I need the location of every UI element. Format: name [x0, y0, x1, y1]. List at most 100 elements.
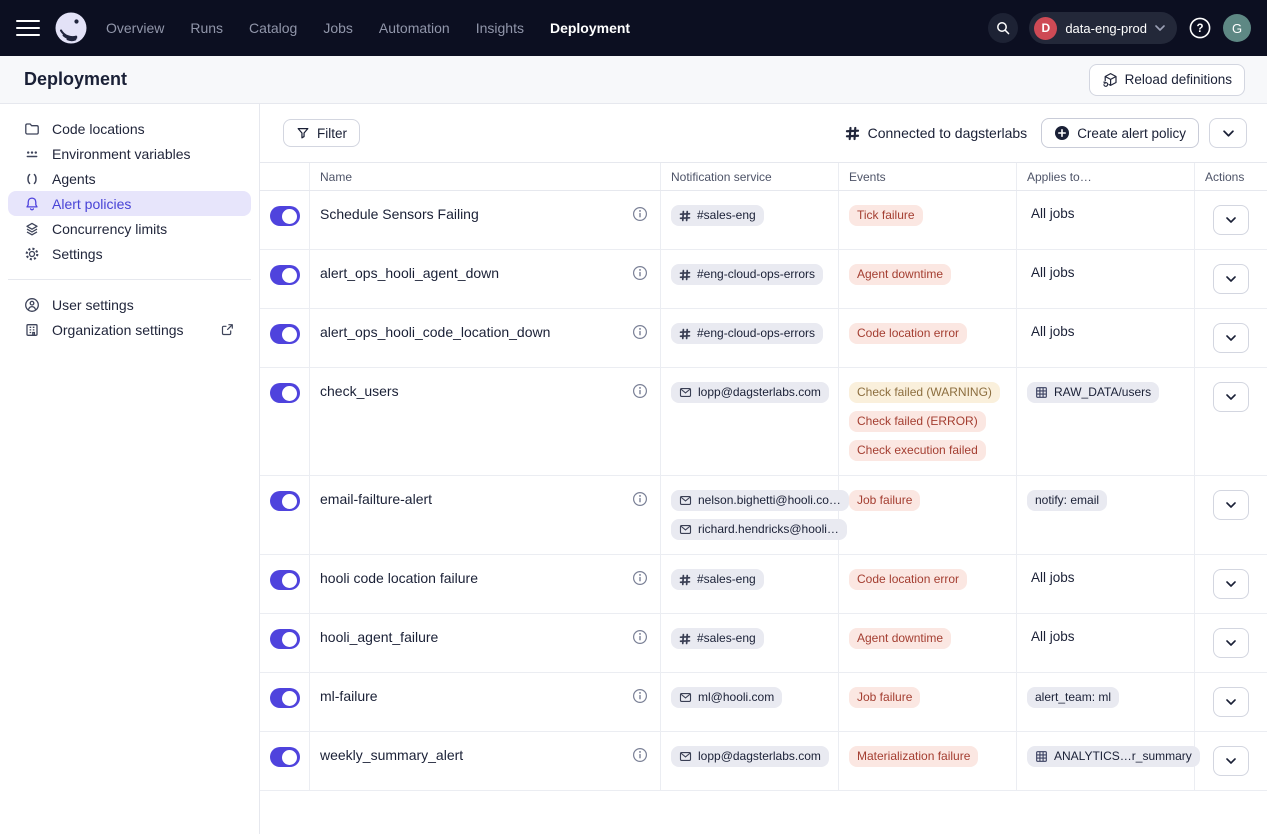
name-cell: alert_ops_hooli_agent_down [310, 250, 661, 308]
toggle-cell [260, 555, 310, 613]
slack-icon [845, 126, 860, 141]
topnav-items: Overview Runs Catalog Jobs Automation Insight… [106, 20, 630, 36]
deployment-switcher[interactable]: D data-eng-prod [1029, 12, 1177, 44]
sidebar-item-organization-settings[interactable]: Organization settings [8, 317, 251, 342]
sidebar-item-environment-variables[interactable]: Environment variables [8, 141, 251, 166]
policy-info-button[interactable] [632, 324, 648, 345]
notification-chip: richard.hendricks@hooli… [671, 519, 847, 540]
top-navbar: Overview Runs Catalog Jobs Automation Insight… [0, 0, 1267, 56]
applies-to-text: All jobs [1027, 628, 1075, 646]
sidebar-item-label: Code locations [52, 121, 145, 137]
row-actions-button[interactable] [1213, 490, 1249, 520]
event-chip: Job failure [849, 687, 920, 708]
help-icon[interactable]: ? [1188, 16, 1212, 40]
notification-service-cell: #eng-cloud-ops-errors [661, 309, 839, 367]
table-row: alert_ops_hooli_agent_down#eng-cloud-ops… [260, 250, 1267, 309]
sidebar-item-agents[interactable]: Agents [8, 166, 251, 191]
toggle-knob [282, 494, 297, 509]
policy-enabled-toggle[interactable] [270, 383, 300, 403]
row-actions-button[interactable] [1213, 569, 1249, 599]
policy-info-button[interactable] [632, 206, 648, 227]
topnav-item-deployment[interactable]: Deployment [550, 20, 630, 36]
actions-cell [1195, 476, 1267, 554]
policy-enabled-toggle[interactable] [270, 265, 300, 285]
info-icon [632, 324, 648, 340]
row-actions-button[interactable] [1213, 205, 1249, 235]
policy-enabled-toggle[interactable] [270, 629, 300, 649]
user-avatar[interactable]: G [1223, 14, 1251, 42]
row-actions-button[interactable] [1213, 746, 1249, 776]
policy-info-button[interactable] [632, 688, 648, 709]
actions-cell [1195, 732, 1267, 790]
sidebar-item-settings[interactable]: Settings [8, 241, 251, 266]
policy-enabled-toggle[interactable] [270, 324, 300, 344]
policy-info-button[interactable] [632, 265, 648, 286]
sidebar-item-concurrency-limits[interactable]: Concurrency limits [8, 216, 251, 241]
applies-to-label: alert_team: ml [1035, 690, 1111, 705]
notification-chip: nelson.bighetti@hooli.co… [671, 490, 849, 511]
policy-enabled-toggle[interactable] [270, 570, 300, 590]
applies-to-chip: RAW_DATA/users [1027, 382, 1159, 403]
topnav-item-runs[interactable]: Runs [190, 20, 223, 36]
topnav-item-overview[interactable]: Overview [106, 20, 164, 36]
policy-enabled-toggle[interactable] [270, 491, 300, 511]
applies-to-text: All jobs [1027, 569, 1075, 587]
topnav-item-insights[interactable]: Insights [476, 20, 524, 36]
topnav-item-catalog[interactable]: Catalog [249, 20, 297, 36]
slack-connection-label: Connected to dagsterlabs [868, 125, 1028, 141]
reload-definitions-button[interactable]: Reload definitions [1089, 64, 1245, 96]
notification-chip: ml@hooli.com [671, 687, 782, 708]
name-cell: hooli code location failure [310, 555, 661, 613]
toggle-knob [282, 632, 297, 647]
policy-info-button[interactable] [632, 629, 648, 650]
name-cell: hooli_agent_failure [310, 614, 661, 672]
sidebar-item-code-locations[interactable]: Code locations [8, 116, 251, 141]
row-actions-button[interactable] [1213, 687, 1249, 717]
hamburger-menu-icon[interactable] [16, 20, 40, 37]
policy-enabled-toggle[interactable] [270, 206, 300, 226]
notification-label: #sales-eng [697, 572, 756, 587]
row-actions-button[interactable] [1213, 323, 1249, 353]
row-actions-button[interactable] [1213, 628, 1249, 658]
alert-policies-toolbar: Filter Connected to dagsterlabs Create a… [260, 104, 1267, 162]
create-alert-policy-label: Create alert policy [1077, 126, 1186, 141]
col-header-actions: Actions [1195, 163, 1267, 190]
toggle-cell [260, 191, 310, 249]
policy-info-button[interactable] [632, 747, 648, 768]
notification-label: #sales-eng [697, 631, 756, 646]
topnav-item-automation[interactable]: Automation [379, 20, 450, 36]
event-chip: Job failure [849, 490, 920, 511]
actions-cell [1195, 614, 1267, 672]
topnav-item-jobs[interactable]: Jobs [323, 20, 353, 36]
policy-info-button[interactable] [632, 491, 648, 512]
more-actions-button[interactable] [1209, 118, 1247, 148]
events-cell: Agent downtime [839, 614, 1017, 672]
policy-enabled-toggle[interactable] [270, 747, 300, 767]
col-header-name: Name [310, 163, 661, 190]
notification-label: lopp@dagsterlabs.com [698, 385, 821, 400]
notification-chip: lopp@dagsterlabs.com [671, 382, 829, 403]
table-row: hooli_agent_failure #sales-eng Agent downt… [260, 614, 1267, 673]
notification-label: #eng-cloud-ops-errors [697, 326, 815, 341]
search-button[interactable] [988, 13, 1018, 43]
filter-button[interactable]: Filter [283, 119, 360, 147]
row-actions-button[interactable] [1213, 382, 1249, 412]
policy-info-button[interactable] [632, 383, 648, 404]
dagster-logo[interactable] [54, 11, 88, 45]
applies-to-chip: notify: email [1027, 490, 1107, 511]
main-content: Filter Connected to dagsterlabs Create a… [260, 104, 1267, 834]
applies-to-label: ANALYTICS…r_summary [1054, 749, 1192, 764]
sidebar-item-user-settings[interactable]: User settings [8, 292, 251, 317]
sidebar-item-alert-policies[interactable]: Alert policies [8, 191, 251, 216]
applies-to-chip: ANALYTICS…r_summary [1027, 746, 1200, 767]
reload-definitions-label: Reload definitions [1125, 72, 1232, 87]
reload-definitions-icon [1102, 72, 1118, 88]
chevron-down-icon [1223, 130, 1234, 137]
policy-info-button[interactable] [632, 570, 648, 591]
name-cell: check_users [310, 368, 661, 475]
row-actions-button[interactable] [1213, 264, 1249, 294]
filter-icon [296, 126, 310, 140]
policy-enabled-toggle[interactable] [270, 688, 300, 708]
create-alert-policy-button[interactable]: Create alert policy [1041, 118, 1199, 148]
toggle-knob [282, 268, 297, 283]
